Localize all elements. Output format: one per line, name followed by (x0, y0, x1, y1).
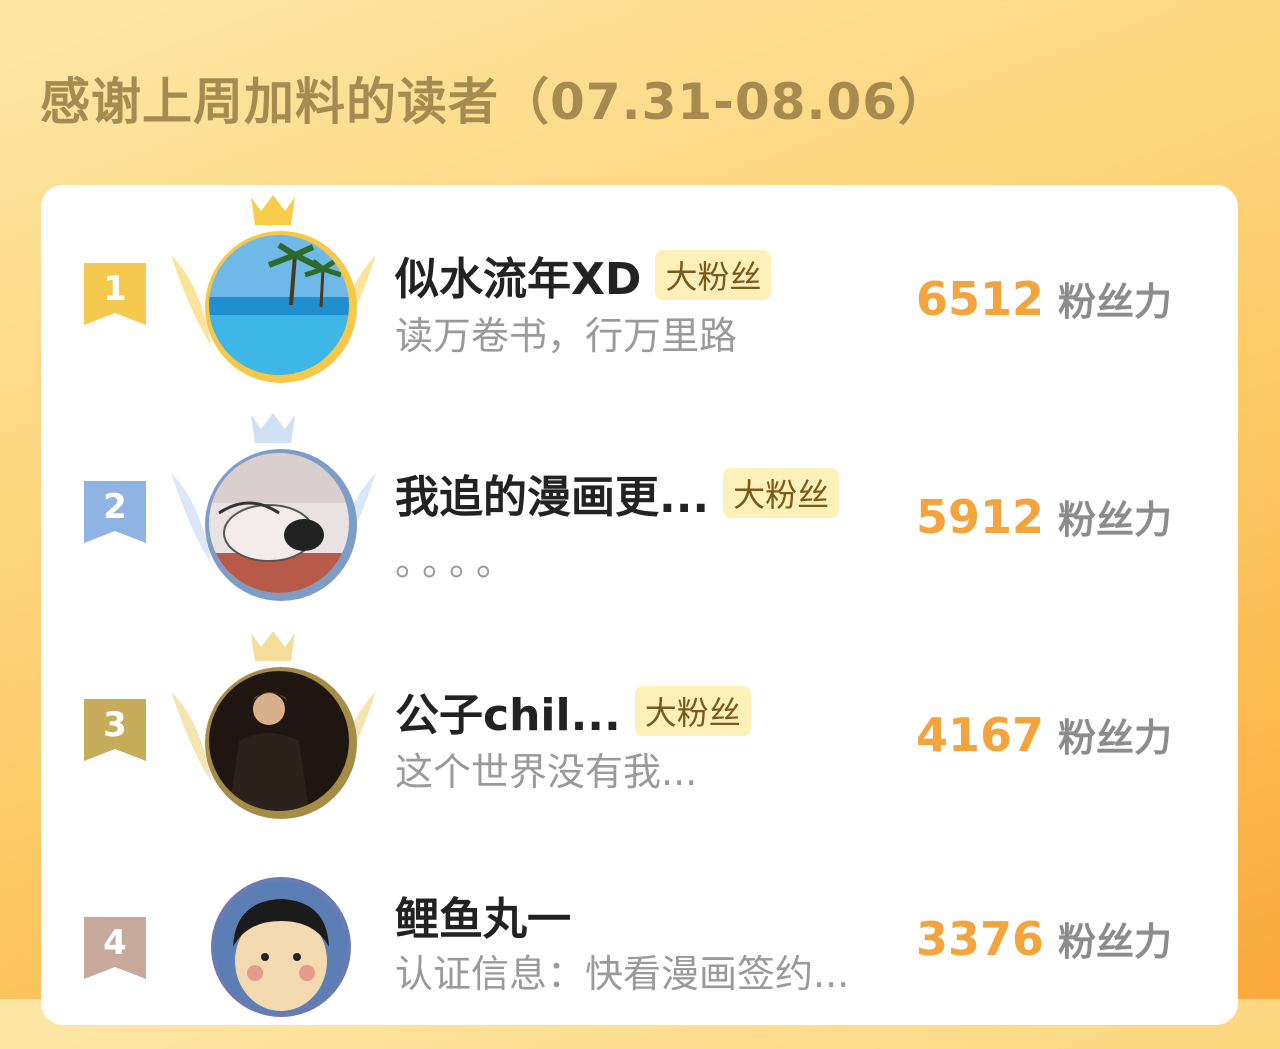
rank-ribbon: 3 (84, 699, 146, 761)
fan-badge: 大粉丝 (634, 686, 751, 736)
avatar-crown-frame (171, 631, 376, 831)
rank-ribbon: 2 (84, 481, 146, 543)
rank-ribbon: 1 (84, 263, 146, 325)
reader-name[interactable]: 似水流年XD (395, 243, 641, 307)
fan-power: 4167 粉丝力 (916, 707, 1172, 762)
rank-number: 3 (103, 705, 127, 745)
avatar[interactable] (215, 881, 347, 1013)
reader-signature: 。。。。 (395, 540, 523, 584)
reader-signature: 读万卷书，行万里路 (395, 314, 738, 358)
rank-number: 2 (103, 487, 127, 527)
fan-power-value: 5912 (916, 490, 1045, 544)
leaderboard-row[interactable]: 2 我追的漫画更... 大粉丝 。。。。 5912 粉丝力 (41, 413, 1238, 613)
reader-name-line: 鲤鱼丸一 (395, 883, 571, 947)
reader-name[interactable]: 鲤鱼丸一 (395, 883, 571, 947)
leaderboard-row[interactable]: 3 公子chil... 大粉丝 这个世界没有我... 4167 粉丝力 (41, 631, 1238, 831)
reader-signature: 这个世界没有我... (395, 750, 698, 794)
reader-name-line: 我追的漫画更... 大粉丝 (395, 461, 840, 525)
avatar[interactable] (209, 671, 349, 811)
fan-power: 3376 粉丝力 (916, 911, 1172, 966)
fan-power-unit: 粉丝力 (1058, 920, 1173, 964)
reader-name[interactable]: 我追的漫画更... (395, 461, 709, 525)
avatar-crown-frame (171, 413, 376, 613)
rank-number: 1 (103, 269, 127, 309)
fan-badge: 大粉丝 (723, 468, 840, 518)
leaderboard-row[interactable]: 4 鲤鱼丸一 认证信息：快看漫画签约... 3376 粉丝力 (41, 849, 1238, 1049)
rank-ribbon: 4 (84, 917, 146, 979)
fan-power: 6512 粉丝力 (916, 271, 1172, 326)
fan-badge: 大粉丝 (655, 250, 772, 300)
reader-name[interactable]: 公子chil... (395, 679, 621, 743)
avatar-frame (171, 849, 376, 1049)
leaderboard-card: 1 似水流年XD 大粉丝 读万卷书，行万里路 6512 粉丝力 2 我追的漫画更… (41, 185, 1238, 1025)
page-title: 感谢上周加料的读者（07.31-08.06） (40, 73, 950, 131)
reader-name-line: 似水流年XD 大粉丝 (395, 243, 772, 307)
avatar[interactable] (209, 453, 349, 593)
fan-power-value: 6512 (916, 272, 1045, 326)
rank-number: 4 (103, 923, 127, 963)
fan-power-value: 3376 (916, 912, 1045, 966)
fan-power-unit: 粉丝力 (1058, 716, 1173, 760)
fan-power-unit: 粉丝力 (1058, 280, 1173, 324)
avatar[interactable] (209, 235, 349, 375)
fan-power: 5912 粉丝力 (916, 489, 1172, 544)
leaderboard-row[interactable]: 1 似水流年XD 大粉丝 读万卷书，行万里路 6512 粉丝力 (41, 195, 1238, 395)
reader-signature: 认证信息：快看漫画签约... (395, 952, 850, 996)
reader-name-line: 公子chil... 大粉丝 (395, 679, 751, 743)
fan-power-unit: 粉丝力 (1058, 498, 1173, 542)
avatar-crown-frame (171, 195, 376, 395)
fan-power-value: 4167 (916, 708, 1045, 762)
